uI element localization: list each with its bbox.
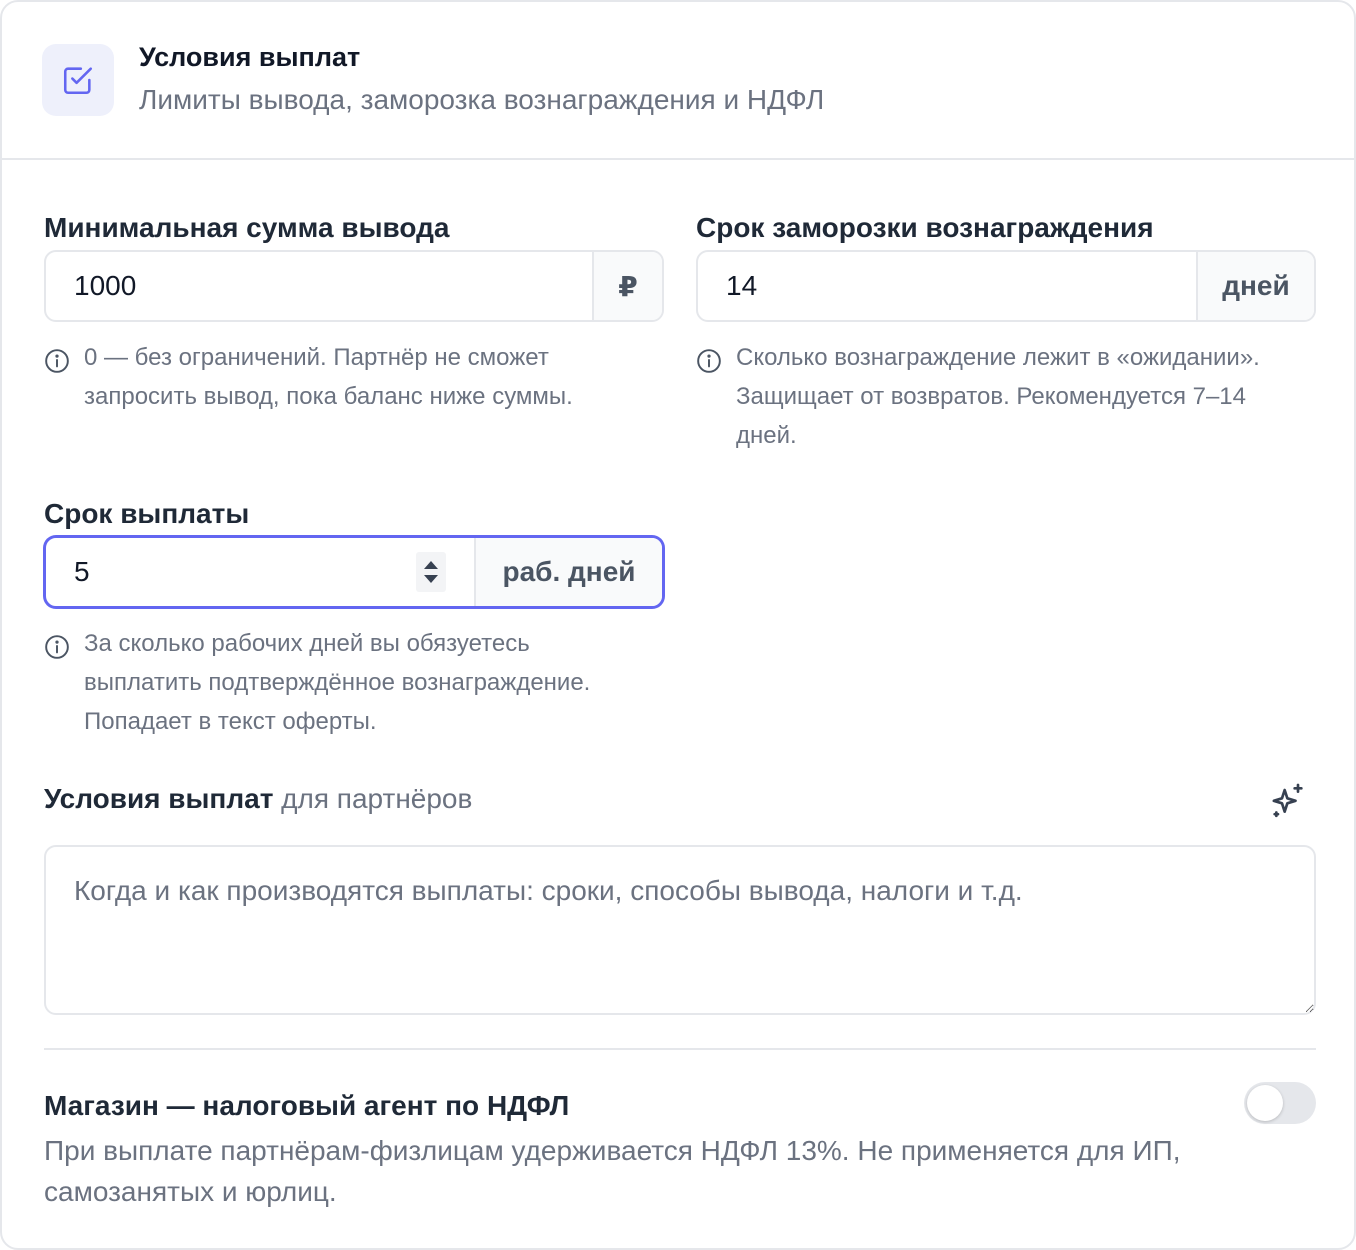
min-withdrawal-hint-text: 0 — без ограничений. Партнёр не сможет з…	[84, 344, 573, 410]
tax-agent-toggle[interactable]	[1244, 1082, 1316, 1124]
checkbox-edit-icon	[63, 67, 93, 95]
terms-label-strong: Условия выплат	[44, 783, 274, 814]
freeze-period-hint: Сколько вознаграждение лежит в «ожидании…	[696, 344, 1311, 455]
stepper-up-icon[interactable]	[424, 561, 438, 569]
page-subtitle: Лимиты вывода, заморозка вознаграждения …	[139, 84, 825, 115]
work-days-addon: раб. дней	[474, 538, 662, 606]
freeze-period-input[interactable]	[698, 252, 1196, 320]
card-header: Условия выплат Лимиты вывода, заморозка …	[2, 2, 1354, 160]
min-withdrawal-hint: 0 — без ограничений. Партнёр не сможет з…	[44, 344, 644, 416]
page-title: Условия выплат	[139, 42, 361, 72]
info-icon	[45, 349, 69, 373]
payout-term-hint: За сколько рабочих дней вы обязуетесь вы…	[44, 630, 644, 741]
stepper-down-icon[interactable]	[424, 575, 438, 583]
header-icon-tile	[42, 44, 114, 116]
days-addon: дней	[1196, 252, 1314, 320]
payout-term-hint-text: За сколько рабочих дней вы обязуетесь вы…	[84, 630, 591, 735]
payout-term-input[interactable]	[46, 538, 416, 606]
min-withdrawal-input[interactable]	[46, 252, 592, 320]
terms-label: Условия выплат для партнёров	[44, 783, 472, 815]
number-stepper[interactable]	[416, 552, 446, 592]
freeze-period-label: Срок заморозки вознаграждения	[696, 212, 1154, 243]
terms-textarea[interactable]	[44, 845, 1316, 1015]
info-icon	[697, 349, 721, 373]
payout-term-label: Срок выплаты	[44, 498, 250, 529]
sparkles-icon[interactable]	[1268, 780, 1308, 820]
currency-addon: ₽	[592, 252, 662, 320]
toggle-knob	[1247, 1085, 1283, 1121]
tax-agent-title: Магазин — налоговый агент по НДФЛ	[44, 1090, 570, 1121]
min-withdrawal-label: Минимальная сумма вывода	[44, 212, 450, 243]
terms-label-muted: для партнёров	[273, 783, 473, 814]
section-divider	[44, 1048, 1316, 1050]
tax-agent-description: При выплате партнёрам-физлицам удерживае…	[44, 1135, 1181, 1207]
freeze-period-hint-text: Сколько вознаграждение лежит в «ожидании…	[736, 344, 1260, 449]
info-icon	[45, 635, 69, 659]
min-withdrawal-group: ₽	[44, 250, 664, 322]
freeze-period-group: дней	[696, 250, 1316, 322]
payout-settings-card: Условия выплат Лимиты вывода, заморозка …	[0, 0, 1356, 1250]
payout-term-group: раб. дней	[44, 536, 664, 608]
